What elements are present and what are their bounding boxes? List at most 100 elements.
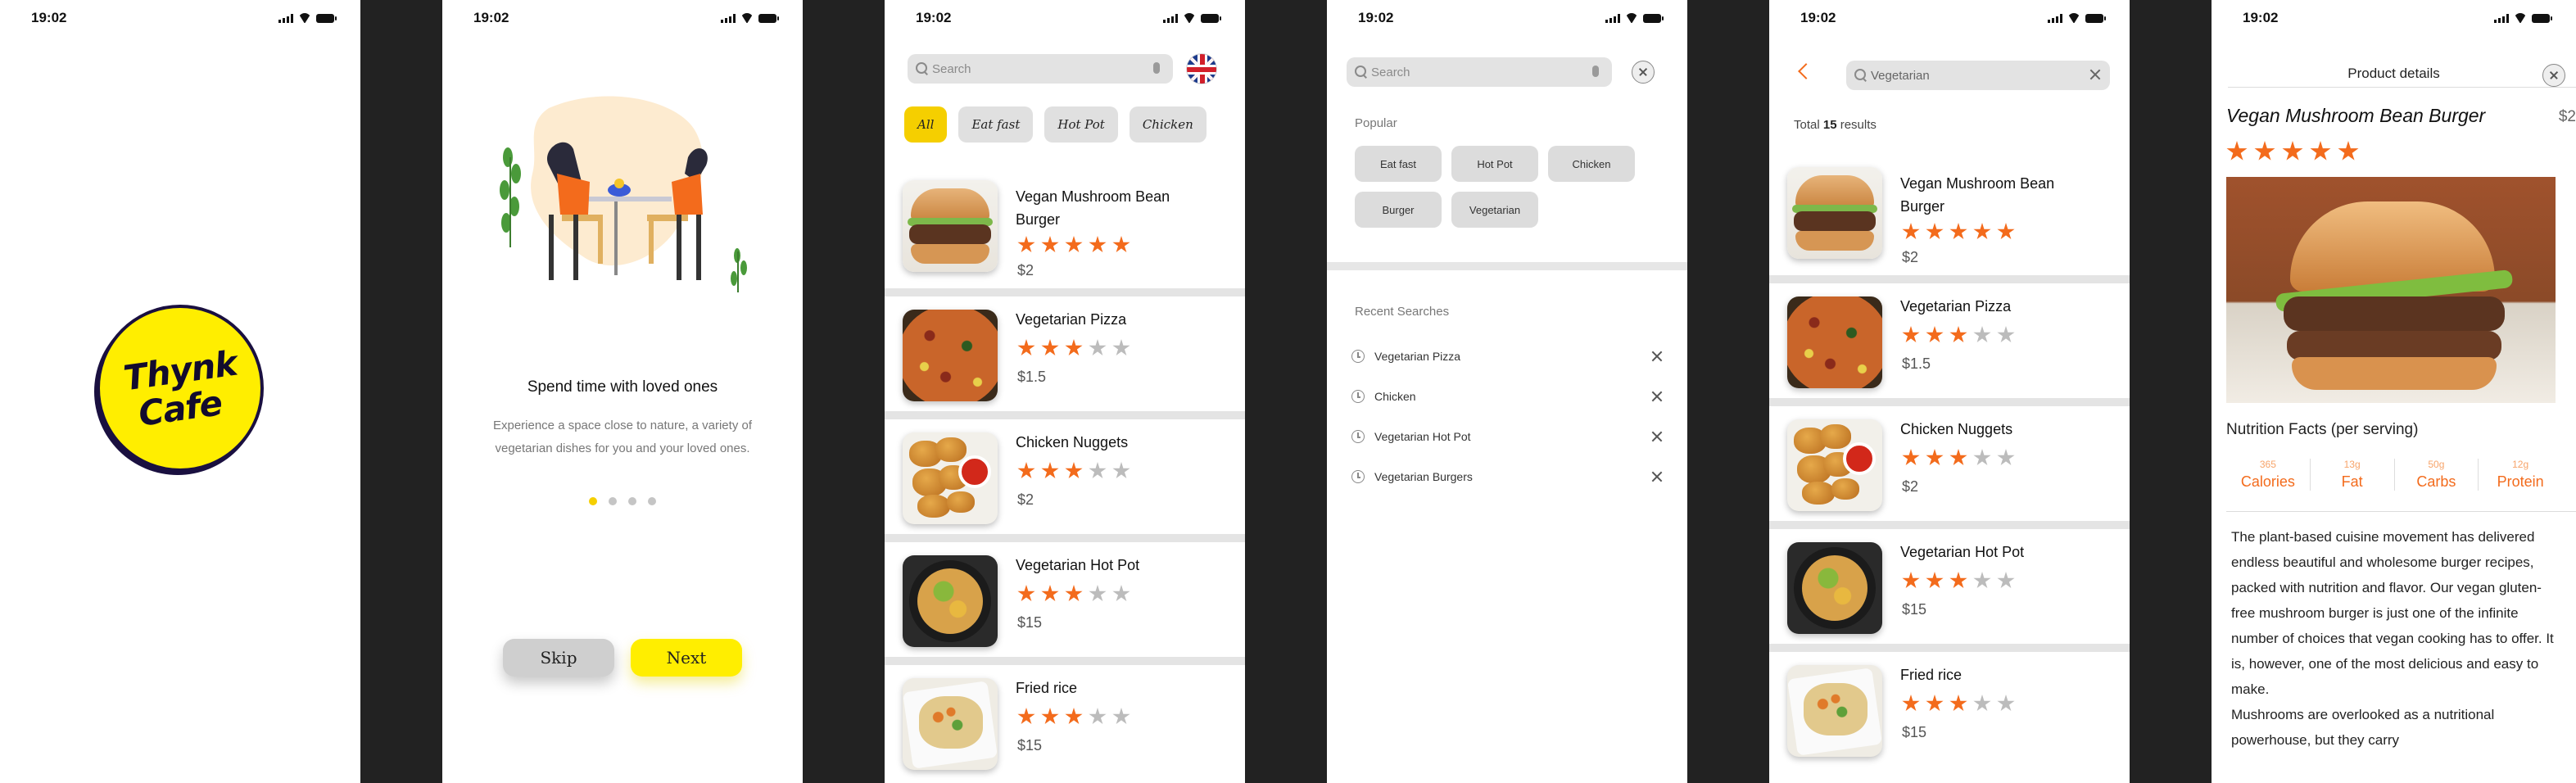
status-time: 19:02 <box>2243 10 2279 25</box>
star-icon <box>1041 585 1059 602</box>
star-icon <box>1949 449 1967 466</box>
home-screen: 19:02 Search All Eat fast Hot Pot Chicken V… <box>885 0 1245 783</box>
star-icon <box>1973 223 1991 240</box>
clear-search-icon[interactable] <box>2090 70 2100 79</box>
search-query: Vegetarian <box>1871 68 1930 83</box>
status-bar: 19:02 <box>0 10 360 29</box>
popular-chip[interactable]: Chicken <box>1548 146 1635 182</box>
nutrition-facts: 365 Calories 13g Fat 50g Carbs 12g Protein <box>2226 459 2562 491</box>
recent-search-item[interactable]: Vegetarian Hot Pot <box>1351 424 1663 449</box>
star-icon <box>1973 326 1991 343</box>
search-icon <box>1854 69 1866 80</box>
item-name: Vegetarian Hot Pot <box>1016 557 1140 573</box>
recent-search-label: Chicken <box>1374 390 1416 403</box>
item-rating <box>1902 223 2015 241</box>
item-rating <box>1902 572 2015 590</box>
item-rating <box>1017 708 1130 726</box>
star-icon <box>1017 585 1035 602</box>
item-price: $2 <box>1902 478 1919 495</box>
star-icon <box>1017 236 1035 253</box>
remove-icon[interactable] <box>1651 351 1663 362</box>
category-chip[interactable]: All <box>904 106 948 143</box>
search-input[interactable]: Search <box>1347 57 1612 87</box>
popular-chip[interactable]: Hot Pot <box>1451 146 1538 182</box>
header-divider <box>2228 87 2576 88</box>
nutrition-divider <box>2226 511 2576 512</box>
item-rating <box>1902 695 2015 713</box>
category-chip[interactable]: Hot Pot <box>1044 106 1118 143</box>
close-search-button[interactable] <box>1632 61 1655 84</box>
category-chip[interactable]: Eat fast <box>958 106 1034 143</box>
food-list-item[interactable]: Vegan Mushroom Bean Burger $2 <box>1769 161 2130 275</box>
food-list-item[interactable]: Vegetarian Pizza $1.5 <box>885 288 1245 411</box>
skip-button[interactable]: Skip <box>503 639 614 677</box>
microphone-icon[interactable] <box>1153 62 1160 74</box>
status-time: 19:02 <box>916 10 952 25</box>
clock-icon <box>1351 350 1365 363</box>
onboarding-screen: 19:02 Spend time with loved ones Experie… <box>442 0 803 783</box>
microphone-icon[interactable] <box>1592 66 1599 77</box>
status-bar: 19:02 <box>2212 10 2576 29</box>
remove-icon[interactable] <box>1651 471 1663 482</box>
food-list-item[interactable]: Chicken Nuggets $2 <box>885 411 1245 534</box>
item-rating <box>1017 462 1130 480</box>
status-time: 19:02 <box>1800 10 1836 25</box>
results-count: 15 <box>1822 118 1837 132</box>
star-icon <box>1089 462 1107 479</box>
remove-icon[interactable] <box>1651 431 1663 442</box>
popular-chip[interactable]: Vegetarian <box>1451 192 1538 228</box>
recent-search-label: Vegetarian Burgers <box>1374 470 1473 483</box>
food-list-item[interactable]: Fried rice $15 <box>885 657 1245 780</box>
recent-search-item[interactable]: Vegetarian Burgers <box>1351 464 1663 489</box>
item-rating <box>1902 449 2015 467</box>
signal-icon <box>721 13 736 23</box>
star-icon <box>1089 708 1107 725</box>
recent-search-item[interactable]: Vegetarian Pizza <box>1351 344 1663 369</box>
page-indicator <box>442 497 803 505</box>
status-bar: 19:02 <box>885 10 1245 29</box>
star-icon <box>2338 141 2359 161</box>
page-dot-active[interactable] <box>589 497 597 505</box>
popular-chip[interactable]: Eat fast <box>1355 146 1442 182</box>
popular-chip[interactable]: Burger <box>1355 192 1442 228</box>
food-list: Vegan Mushroom Bean Burger $2 Vegetarian P… <box>885 174 1245 780</box>
product-rating <box>2226 141 2359 162</box>
item-price: $1.5 <box>1902 355 1931 372</box>
star-icon <box>1926 449 1944 466</box>
search-input[interactable]: Search <box>908 54 1173 84</box>
star-icon <box>1902 326 1920 343</box>
recent-search-item[interactable]: Chicken <box>1351 384 1663 409</box>
next-button[interactable]: Next <box>631 639 742 677</box>
nuggets-image <box>903 432 998 524</box>
star-icon <box>1041 708 1059 725</box>
page-dot[interactable] <box>609 497 617 505</box>
wifi-icon <box>740 13 754 23</box>
back-arrow-icon[interactable] <box>1798 63 1814 79</box>
star-icon <box>1926 572 1944 589</box>
star-icon <box>1065 585 1083 602</box>
star-icon <box>1949 326 1967 343</box>
search-placeholder: Search <box>932 61 971 76</box>
page-dot[interactable] <box>628 497 636 505</box>
star-icon <box>1997 223 2015 240</box>
status-bar: 19:02 <box>1769 10 2130 29</box>
item-name: Fried rice <box>1900 667 1963 683</box>
category-chip[interactable]: Chicken <box>1129 106 1207 143</box>
food-list-item[interactable]: Vegetarian Hot Pot $15 <box>885 534 1245 657</box>
uk-flag-language-icon[interactable] <box>1186 53 1217 84</box>
food-list-item[interactable]: Vegan Mushroom Bean Burger $2 <box>885 174 1245 288</box>
app-screens-stage: 19:02 Thynk Cafe 19:02 Spend time with l… <box>0 0 2576 783</box>
search-input[interactable]: Vegetarian <box>1846 61 2110 90</box>
nutrition-item: 365 Calories <box>2226 459 2311 491</box>
remove-icon[interactable] <box>1651 391 1663 402</box>
close-button[interactable] <box>2542 64 2565 87</box>
food-list-item[interactable]: Chicken Nuggets $2 <box>1769 398 2130 521</box>
food-list-item[interactable]: Fried rice $15 <box>1769 644 2130 767</box>
star-icon <box>1017 462 1035 479</box>
food-list-item[interactable]: Vegetarian Hot Pot $15 <box>1769 521 2130 644</box>
food-list-item[interactable]: Vegetarian Pizza $1.5 <box>1769 275 2130 398</box>
star-icon <box>1089 339 1107 356</box>
star-icon <box>2282 141 2303 161</box>
item-name: Fried rice <box>1016 680 1078 696</box>
page-dot[interactable] <box>648 497 656 505</box>
